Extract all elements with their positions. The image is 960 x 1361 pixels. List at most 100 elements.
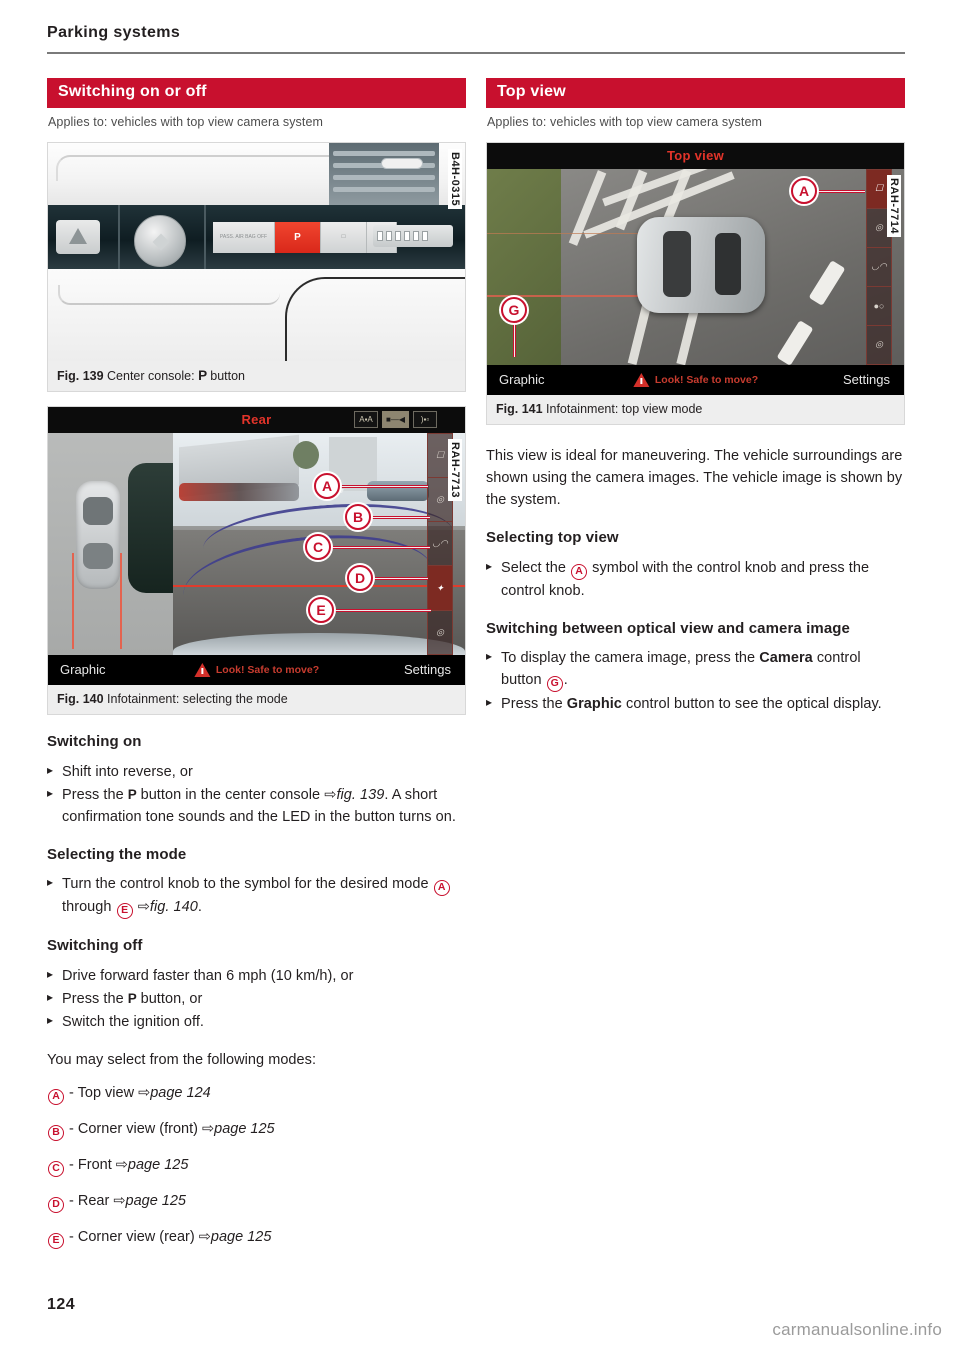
step-text: . (563, 672, 568, 689)
cross-ref-arrow-icon: ⇨ (113, 1192, 126, 1209)
heading-selecting-top-view: Selecting top view (486, 528, 619, 546)
mode-icon-front[interactable]: ◡◠ (866, 246, 892, 286)
list-item: E - Corner view (rear) ⇨page 125 (47, 1227, 466, 1249)
header-divider (47, 52, 905, 54)
red-distance-line (173, 584, 465, 587)
figure-140-code: RAH-7713 (448, 438, 462, 501)
heading-switching-off: Switching off (47, 937, 143, 955)
step-text: Select the (501, 559, 571, 576)
callout-a: A (791, 177, 817, 204)
selecting-top-view-steps: Select the A symbol with the control kno… (486, 557, 905, 602)
section-heading-switching: Switching on or off (47, 78, 466, 108)
callout-ref-g: G (546, 676, 563, 693)
hazard-light-button (56, 219, 100, 254)
step-text: Shift into reverse, or (62, 763, 193, 780)
page-ref[interactable]: page 125 (126, 1193, 186, 1209)
callout-ref-c: C (48, 1160, 64, 1177)
park-assist-button: P (275, 221, 321, 253)
list-item: C - Front ⇨page 125 (47, 1155, 466, 1177)
mode-label: - Front (69, 1156, 116, 1173)
mode-icon-rear[interactable]: ●○ (866, 285, 892, 325)
mmi-bottom-bar: Graphic Look! Safe to move? Settings (487, 364, 904, 395)
page-ref[interactable]: page 125 (211, 1229, 271, 1245)
distance-icon: ■—◀ (382, 410, 409, 428)
step-text: Turn the control knob to the symbol for … (62, 876, 433, 893)
topview-body: ☐ ◎ ◡◠ ●○ ◎ A G RAH-7714 (487, 168, 904, 365)
list-item: Drive forward faster than 6 mph (10 km/h… (47, 965, 466, 987)
manual-page: Parking systems Switching on or off Appl… (0, 0, 960, 1361)
selecting-mode-steps: Turn the control knob to the symbol for … (47, 873, 466, 920)
figure-141-label: Fig. 141 (496, 401, 543, 416)
list-item: Press the P button, or (47, 988, 466, 1010)
airbag-off-button: PASS. AIR BAG OFF (213, 221, 275, 253)
callout-b: B (345, 503, 371, 530)
page-ref[interactable]: page 125 (214, 1121, 274, 1137)
list-item: Turn the control knob to the symbol for … (47, 873, 466, 920)
warning-triangle-icon (193, 662, 210, 677)
mmi-status-icons: A▪A ■—◀ )▪▫ (354, 410, 437, 428)
mode-icon-corner-rear[interactable]: ◎ (866, 324, 892, 365)
center-console-illustration: PASS. AIR BAG OFF P ☐ B4H-0315 (48, 142, 465, 361)
leader-line-b (368, 515, 430, 519)
passing-car (367, 480, 429, 501)
leader-line-c (328, 545, 430, 549)
callout-g: G (501, 296, 527, 323)
park-glyph: P (127, 786, 137, 802)
step-text: . (197, 899, 202, 916)
callout-c: C (305, 533, 331, 560)
settings-button[interactable]: Settings (404, 662, 451, 677)
cross-ref[interactable]: fig. 140 (150, 899, 198, 915)
vehicle-top-icon (76, 480, 120, 589)
console-lower-trim (48, 268, 465, 361)
callout-ref-a: A (571, 563, 588, 580)
callout-ref-e: E (48, 1232, 64, 1249)
watermark: carmanualsonline.info (772, 1320, 942, 1339)
graphic-button[interactable]: Graphic (60, 662, 106, 677)
mode-icon-front[interactable]: ◡◠ (427, 521, 453, 566)
cross-ref[interactable]: fig. 139 (336, 787, 384, 803)
cross-ref-arrow-icon: ⇨ (324, 786, 337, 803)
callout-ref-a: A (48, 1089, 64, 1106)
leader-line-g (513, 320, 516, 357)
safety-warning-text: Look! Safe to move? (654, 373, 759, 386)
figure-139-label: Fig. 139 (57, 368, 104, 383)
settings-button[interactable]: Settings (843, 372, 890, 387)
mmi-body-rear: ☐ ◎ ◡◠ ✦ ◎ A B C D E RAH-7713 (48, 432, 465, 655)
mode-label: - Rear (69, 1192, 114, 1209)
cross-ref-arrow-icon: ⇨ (115, 1156, 128, 1173)
switching-on-steps: Shift into reverse, or Press the P butto… (47, 761, 466, 828)
graphic-button-label: Graphic (566, 696, 622, 713)
vent-knob (381, 157, 423, 169)
warning-triangle-icon (632, 372, 649, 387)
modes-intro: You may select from the following modes: (47, 1052, 317, 1069)
right-column: Top view Applies to: vehicles with top v… (486, 78, 905, 717)
step-text: through (62, 899, 116, 916)
graphic-button[interactable]: Graphic (499, 372, 545, 387)
leader-line-d (370, 576, 428, 580)
figure-139-code: B4H-0315 (448, 148, 462, 209)
camera-button-label: Camera (759, 650, 813, 667)
callout-a: A (314, 472, 340, 499)
list-item: Shift into reverse, or (47, 761, 466, 783)
list-item: B - Corner view (front) ⇨page 125 (47, 1119, 466, 1141)
panel-divider (118, 204, 120, 269)
page-ref[interactable]: page 125 (128, 1157, 188, 1173)
callout-ref-e: E (116, 903, 133, 920)
left-column: Switching on or off Applies to: vehicles… (47, 78, 466, 1263)
running-head: Parking systems (47, 24, 181, 41)
mode-icon-corner-rear[interactable]: ◎ (427, 609, 453, 655)
heading-switching-on: Switching on (47, 732, 142, 750)
leader-line-e (331, 608, 431, 612)
cross-ref-arrow-icon: ⇨ (137, 899, 150, 916)
modes-list: A - Top view ⇨page 124 B - Corner view (… (47, 1083, 466, 1249)
list-item: Switch the ignition off. (47, 1011, 466, 1033)
list-item: Press the P button in the center console… (47, 784, 466, 828)
mmi-screen-rear: Rear A▪A ■—◀ )▪▫ ☐ ◎ ◡◠ ✦ ◎ A B C D E RA… (48, 406, 465, 685)
console-button-row: PASS. AIR BAG OFF P ☐ (213, 221, 397, 253)
mode-icon-rear[interactable]: ✦ (427, 565, 453, 610)
leader-line-a (817, 189, 865, 193)
leader-line-a (338, 484, 428, 488)
page-ref[interactable]: page 124 (150, 1085, 210, 1101)
sensor-icon: A▪A (354, 410, 379, 428)
panel-divider (204, 204, 206, 269)
